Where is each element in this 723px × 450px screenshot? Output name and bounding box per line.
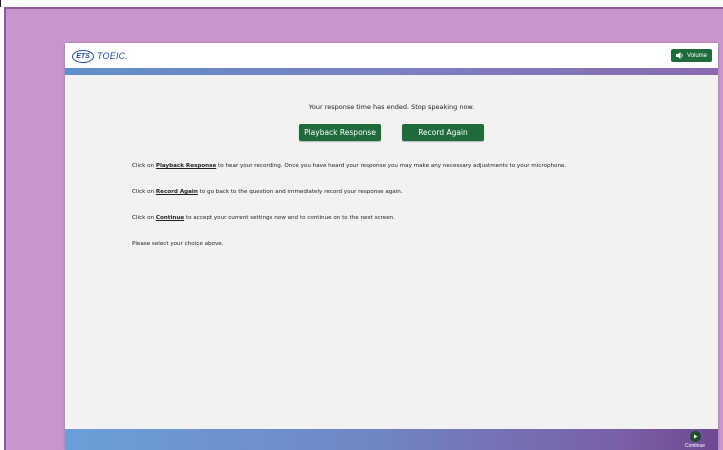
window-edge-mark <box>0 0 1 7</box>
toeic-logo-text: TOEIC. <box>97 51 129 61</box>
instruction-record: Click on Record Again to go back to the … <box>132 189 403 195</box>
ets-logo-badge: ETS <box>72 49 94 63</box>
playback-response-link[interactable]: Playback Response <box>156 163 216 169</box>
instruction-continue: Click on Continue to accept your current… <box>132 215 396 221</box>
continue-link[interactable]: Continue <box>156 215 184 221</box>
header: ETS TOEIC. Volume <box>65 43 718 68</box>
volume-button[interactable]: Volume <box>670 49 712 62</box>
record-again-button[interactable]: Record Again <box>402 124 484 141</box>
select-prompt: Please select your choice above. <box>132 241 224 247</box>
record-again-link[interactable]: Record Again <box>156 189 198 195</box>
volume-label: Volume <box>686 52 707 59</box>
continue-label: Continue <box>684 443 705 449</box>
main-content: Your response time has ended. Stop speak… <box>65 75 718 427</box>
test-window: ETS TOEIC. Volume Your response time has… <box>65 43 718 450</box>
ets-toeic-logo: ETS TOEIC. <box>72 48 128 64</box>
instruction-playback: Click on Playback Response to hear your … <box>132 163 567 169</box>
continue-button[interactable]: Continue <box>680 431 710 450</box>
footer-bar: Continue <box>65 429 718 450</box>
status-message: Your response time has ended. Stop speak… <box>308 103 475 111</box>
top-gradient-bar <box>65 68 718 75</box>
speaker-icon <box>675 52 684 59</box>
playback-response-button[interactable]: Playback Response <box>299 124 381 141</box>
continue-arrow-icon <box>689 431 701 442</box>
